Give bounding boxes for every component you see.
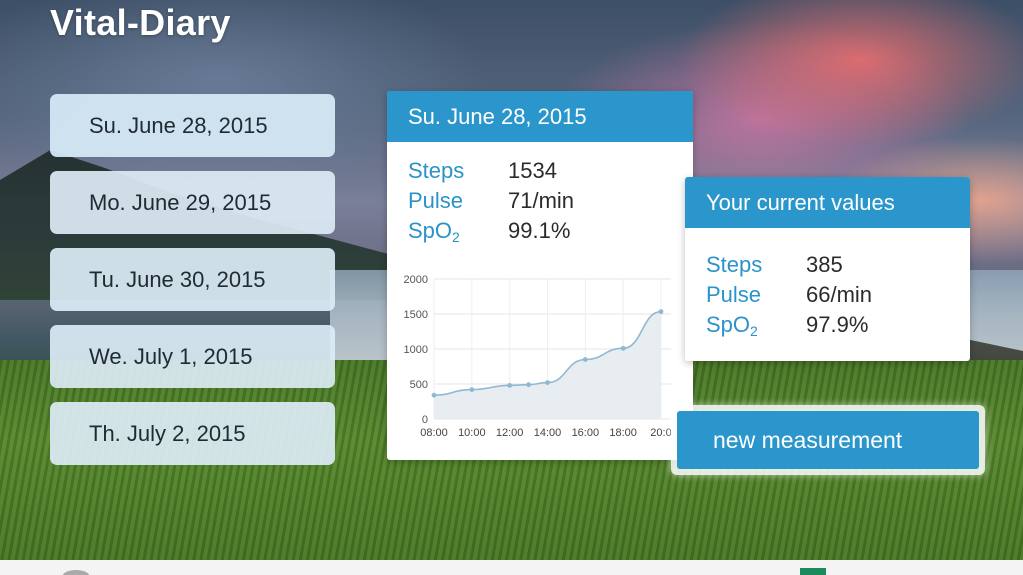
footer-bar <box>0 560 1023 575</box>
date-list: Su. June 28, 2015 Mo. June 29, 2015 Tu. … <box>50 94 335 479</box>
chart-y-tick-label: 500 <box>410 379 428 391</box>
steps-label: Steps <box>408 158 465 183</box>
current-pulse-label: Pulse <box>706 282 762 307</box>
chart-x-tick-label: 16:00 <box>572 427 600 439</box>
steps-chart: 2000 1500 1000 500 008:00 10:00 12:00 14:00 16:0… <box>404 274 672 439</box>
pulse-row: Pulse 71/min <box>408 186 693 216</box>
spo2-row: SpO2 99.1% <box>408 216 693 246</box>
current-pulse-value: 66/min <box>806 282 873 307</box>
chart-x-tick-label: 10:00 <box>458 427 486 439</box>
chart-y-tick-label: 0 <box>422 414 428 426</box>
chart-point <box>658 309 664 315</box>
date-item-label: Tu. June 30, 2015 <box>89 266 266 292</box>
chart-point <box>469 387 475 392</box>
chart-x-tick-label: 14:00 <box>534 427 562 439</box>
current-spo2-label: SpO2 <box>706 311 758 339</box>
chart-point <box>582 357 588 362</box>
chart-x-tick-label: 12:00 <box>496 427 524 439</box>
pulse-value: 71/min <box>508 188 575 213</box>
pulse-label: Pulse <box>408 188 464 213</box>
day-metrics: Steps 1534 Pulse 71/min SpO2 99.1% <box>387 142 693 246</box>
date-item[interactable]: We. July 1, 2015 <box>50 325 335 388</box>
current-steps-row: Steps 385 <box>706 250 970 280</box>
new-measurement-label: new measurement <box>713 426 903 453</box>
date-item-label: Su. June 28, 2015 <box>89 112 268 138</box>
chart-point <box>507 383 513 388</box>
date-item[interactable]: Su. June 28, 2015 <box>50 94 335 157</box>
day-card-header: Su. June 28, 2015 <box>387 91 693 142</box>
spo2-value: 99.1% <box>508 218 571 243</box>
date-item[interactable]: Tu. June 30, 2015 <box>50 248 335 311</box>
current-values-card: Your current values Steps 385 Pulse 66/m… <box>685 177 970 361</box>
current-spo2-value: 97.9% <box>806 312 869 337</box>
chart-point <box>526 382 531 388</box>
day-card-title: Su. June 28, 2015 <box>408 103 587 129</box>
date-item-label: Mo. June 29, 2015 <box>89 189 272 215</box>
chart-x-tick-label: 18:00 <box>609 427 637 439</box>
app-title: Vital-Diary <box>50 2 231 43</box>
date-item[interactable]: Mo. June 29, 2015 <box>50 171 335 234</box>
spo2-label: SpO2 <box>408 217 460 245</box>
current-card-title: Your current values <box>706 189 895 215</box>
current-card-header: Your current values <box>685 177 970 228</box>
chart-point <box>545 380 550 385</box>
steps-value: 1534 <box>508 158 557 183</box>
chart-y-tick-label: 2000 <box>404 274 428 286</box>
chart-x-tick-label: 20:0 <box>650 427 671 439</box>
current-steps-value: 385 <box>806 252 843 277</box>
date-item[interactable]: Th. July 2, 2015 <box>50 402 335 465</box>
chart-y-tick-label: 1500 <box>404 309 428 321</box>
current-spo2-row: SpO2 97.9% <box>706 310 970 340</box>
chart-point <box>620 345 626 351</box>
current-pulse-row: Pulse 66/min <box>706 280 970 310</box>
date-item-label: Th. July 2, 2015 <box>89 420 246 446</box>
chart-point <box>431 392 437 398</box>
footer-logo-right <box>800 568 826 575</box>
current-metrics: Steps 385 Pulse 66/min SpO2 97.9% <box>685 228 970 340</box>
day-detail-card: Su. June 28, 2015 Steps 1534 Pulse 71/mi… <box>387 91 693 460</box>
new-measurement-button-face[interactable]: new measurement <box>677 411 979 469</box>
new-measurement-button[interactable]: new measurement <box>671 405 985 475</box>
chart-x-tick-label: 08:00 <box>420 427 448 439</box>
current-steps-label: Steps <box>706 252 763 277</box>
date-item-label: We. July 1, 2015 <box>89 343 253 369</box>
chart-y-tick-label: 1000 <box>404 344 428 356</box>
steps-row: Steps 1534 <box>408 156 693 186</box>
